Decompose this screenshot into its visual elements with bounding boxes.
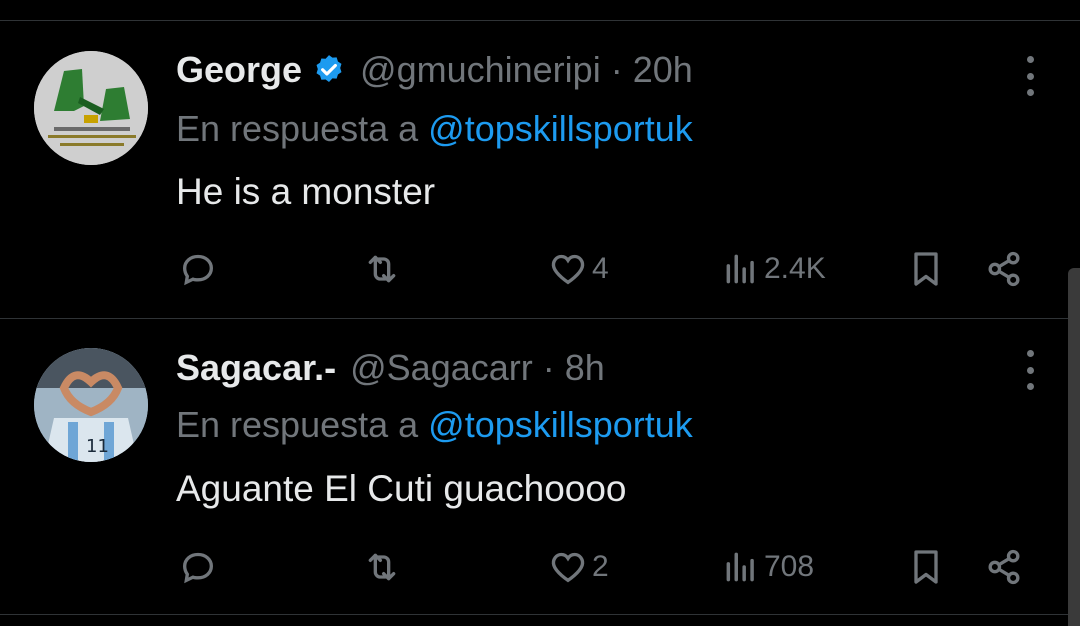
view-count: 2.4K [764,252,826,285]
avatar[interactable] [34,51,148,165]
scrollbar[interactable] [1068,268,1080,626]
reply-context: En respuesta a @topskillsportuk [176,108,693,150]
tweet-text: Aguante El Cuti guachoooo [176,468,627,509]
share-icon [988,549,1020,585]
reply-button[interactable] [178,244,218,294]
share-icon [988,251,1020,287]
tweet-header: Sagacar.- @Sagacarr · 8h [176,344,605,392]
tweet-george[interactable]: George @gmuchineripi · 20h En respuesta … [0,20,1080,318]
avatar-image: 11 [34,348,148,462]
like-count: 4 [592,252,609,285]
reply-mention-link[interactable]: @topskillsportuk [428,108,693,149]
bookmark-button[interactable] [906,244,946,294]
display-name[interactable]: George [176,49,302,91]
reply-prefix: En respuesta a [176,108,419,149]
retweet-icon [368,553,396,581]
reply-icon [182,552,214,584]
action-bar: 4 2.4K [0,244,1080,294]
timestamp[interactable]: 20h [633,49,693,91]
like-button[interactable]: 2 [548,542,609,592]
views-icon [726,552,754,582]
retweet-icon [368,255,396,283]
views-button[interactable]: 708 [722,542,814,592]
reply-mention-link[interactable]: @topskillsportuk [428,404,693,445]
retweet-button[interactable] [360,244,404,294]
retweet-button[interactable] [360,542,404,592]
avatar-image [34,51,148,165]
tweet-header: George @gmuchineripi · 20h [176,46,693,94]
like-icon [551,254,585,285]
action-bar: 2 708 [0,542,1080,592]
like-button[interactable]: 4 [548,244,609,294]
bookmark-icon [914,550,938,584]
bookmark-icon [914,252,938,286]
separator-dot: · [542,347,555,388]
share-button[interactable] [982,542,1026,592]
timestamp[interactable]: 8h [565,347,605,389]
reply-prefix: En respuesta a [176,404,419,445]
tweet-sagacar[interactable]: 11 Sagacar.- @Sagacarr · 8h En respuesta… [0,318,1080,614]
views-icon [726,254,754,284]
views-button[interactable]: 2.4K [722,244,826,294]
reply-icon [182,254,214,286]
bookmark-button[interactable] [906,542,946,592]
more-options-icon[interactable] [1024,56,1036,96]
like-icon [551,552,585,583]
view-count: 708 [764,550,815,583]
handle[interactable]: @Sagacarr [350,347,533,389]
share-button[interactable] [982,244,1026,294]
divider [0,614,1080,615]
display-name[interactable]: Sagacar.- [176,347,336,389]
svg-text:11: 11 [86,436,109,457]
handle[interactable]: @gmuchineripi [360,49,601,91]
separator-dot: · [610,49,623,90]
reply-feed: George @gmuchineripi · 20h En respuesta … [0,0,1080,626]
verified-badge-icon [312,53,346,87]
reply-context: En respuesta a @topskillsportuk [176,404,693,446]
avatar[interactable]: 11 [34,348,148,462]
tweet-text: He is a monster [176,171,436,212]
reply-button[interactable] [178,542,218,592]
more-options-icon[interactable] [1024,350,1036,390]
like-count: 2 [592,550,609,583]
